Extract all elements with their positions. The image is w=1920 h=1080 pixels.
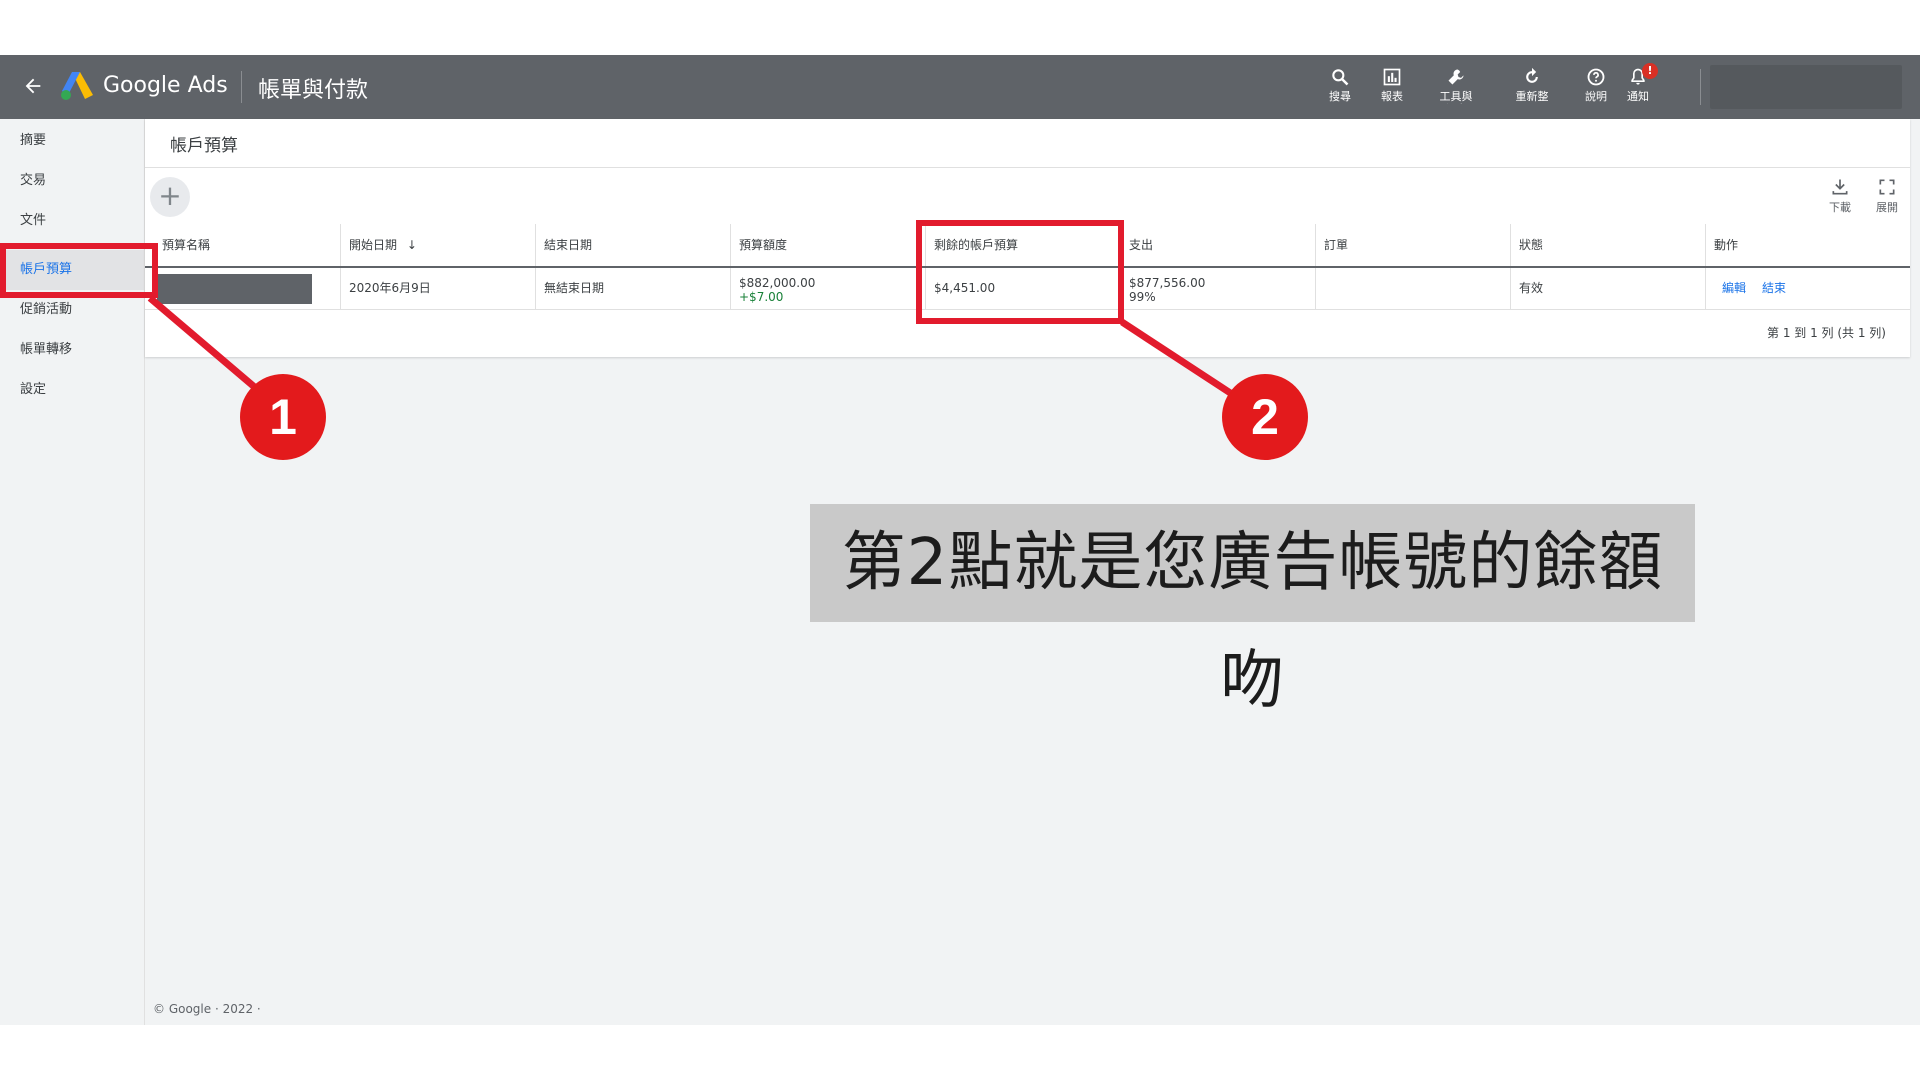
refresh-label: 重新整理 bbox=[1515, 90, 1549, 104]
search-button[interactable]: 搜尋 bbox=[1312, 67, 1368, 103]
tools-settings-label: 工具與設定 bbox=[1439, 90, 1473, 104]
end-link[interactable]: 結束 bbox=[1762, 281, 1786, 295]
add-budget-button[interactable]: + bbox=[150, 177, 190, 217]
panel-divider bbox=[145, 167, 1910, 168]
spend-value: $877,556.00 bbox=[1129, 276, 1206, 290]
col-status[interactable]: 狀態 bbox=[1510, 224, 1705, 266]
footer-copyright: © Google · 2022 · bbox=[153, 1002, 261, 1016]
col-actions: 動作 bbox=[1705, 224, 1910, 266]
refresh-icon bbox=[1526, 67, 1538, 83]
col-spend[interactable]: 支出 bbox=[1120, 224, 1315, 266]
highlight-box-1 bbox=[0, 243, 158, 298]
wrench-icon bbox=[1448, 69, 1464, 85]
reports-button[interactable]: 報表 bbox=[1364, 67, 1420, 103]
budget-adjust-value: +$7.00 bbox=[739, 290, 784, 304]
help-icon bbox=[1587, 68, 1605, 86]
account-switcher-redacted[interactable] bbox=[1710, 65, 1902, 109]
cell-budget-name bbox=[145, 268, 340, 309]
marker-2: 2 bbox=[1222, 374, 1308, 460]
search-label: 搜尋 bbox=[1329, 90, 1351, 103]
cell-start-date: 2020年6月9日 bbox=[340, 268, 535, 309]
cell-budget-amount: $882,000.00 +$7.00 bbox=[730, 268, 925, 309]
download-icon bbox=[1832, 179, 1848, 195]
download-label: 下載 bbox=[1829, 201, 1851, 214]
cell-spend: $877,556.00 99% bbox=[1120, 268, 1315, 309]
spend-percent: 99% bbox=[1129, 290, 1156, 304]
notifications-button[interactable]: ! 通知 bbox=[1610, 63, 1666, 103]
col-budget-name[interactable]: 預算名稱 bbox=[145, 224, 340, 266]
cell-end-date: 無結束日期 bbox=[535, 268, 730, 309]
notification-badge: ! bbox=[1642, 63, 1658, 79]
expand-label: 展開 bbox=[1876, 201, 1898, 214]
reports-icon bbox=[1383, 68, 1401, 86]
reports-label: 報表 bbox=[1381, 90, 1403, 103]
topbar-divider bbox=[1700, 69, 1701, 105]
download-button[interactable]: 下載 bbox=[1820, 177, 1860, 215]
notifications-label: 通知 bbox=[1627, 90, 1649, 103]
col-start-date-label: 開始日期 bbox=[349, 238, 398, 252]
brand-name: Google Ads bbox=[103, 73, 228, 98]
cell-actions: 編輯 結束 bbox=[1705, 268, 1910, 309]
tools-settings-button[interactable]: 工具與設定 bbox=[1428, 67, 1484, 104]
back-arrow-icon[interactable] bbox=[22, 75, 44, 97]
marker-1: 1 bbox=[240, 374, 326, 460]
sort-down-arrow-icon: ↓ bbox=[406, 238, 417, 252]
sidebar-item-billing-transfer[interactable]: 帳單轉移 bbox=[0, 330, 144, 370]
refresh-button[interactable]: 重新整理 bbox=[1504, 67, 1560, 104]
expand-button[interactable]: 展開 bbox=[1867, 177, 1907, 215]
col-budget-amount[interactable]: 預算額度 bbox=[730, 224, 925, 266]
cell-order bbox=[1315, 268, 1510, 309]
brand-divider bbox=[241, 71, 242, 103]
search-icon bbox=[1332, 69, 1349, 86]
col-start-date[interactable]: 開始日期 ↓ bbox=[340, 224, 535, 266]
highlight-box-2 bbox=[916, 220, 1124, 324]
edit-link[interactable]: 編輯 bbox=[1722, 281, 1746, 295]
fullscreen-icon bbox=[1879, 179, 1895, 195]
google-ads-logo-icon bbox=[61, 72, 93, 100]
top-app-bar: Google Ads 帳單與付款 搜尋 報表 工具與設定 重新整理 說明 ! 通… bbox=[0, 55, 1920, 119]
sidebar-item-summary[interactable]: 摘要 bbox=[0, 121, 144, 161]
sidebar-item-settings[interactable]: 設定 bbox=[0, 370, 144, 410]
page-heading: 帳單與付款 bbox=[258, 78, 369, 103]
panel-title: 帳戶預算 bbox=[170, 136, 238, 156]
col-order[interactable]: 訂單 bbox=[1315, 224, 1510, 266]
sidebar-item-documents[interactable]: 文件 bbox=[0, 201, 144, 241]
sidebar-item-transactions[interactable]: 交易 bbox=[0, 161, 144, 201]
annotation-caption: 第2點就是您廣告帳號的餘額吻 bbox=[810, 504, 1695, 718]
redacted-budget-name bbox=[157, 274, 312, 304]
budget-amount-value: $882,000.00 bbox=[739, 276, 816, 290]
pagination-summary: 第 1 到 1 列 (共 1 列) bbox=[1767, 326, 1886, 340]
col-end-date[interactable]: 結束日期 bbox=[535, 224, 730, 266]
cell-status: 有效 bbox=[1510, 268, 1705, 309]
